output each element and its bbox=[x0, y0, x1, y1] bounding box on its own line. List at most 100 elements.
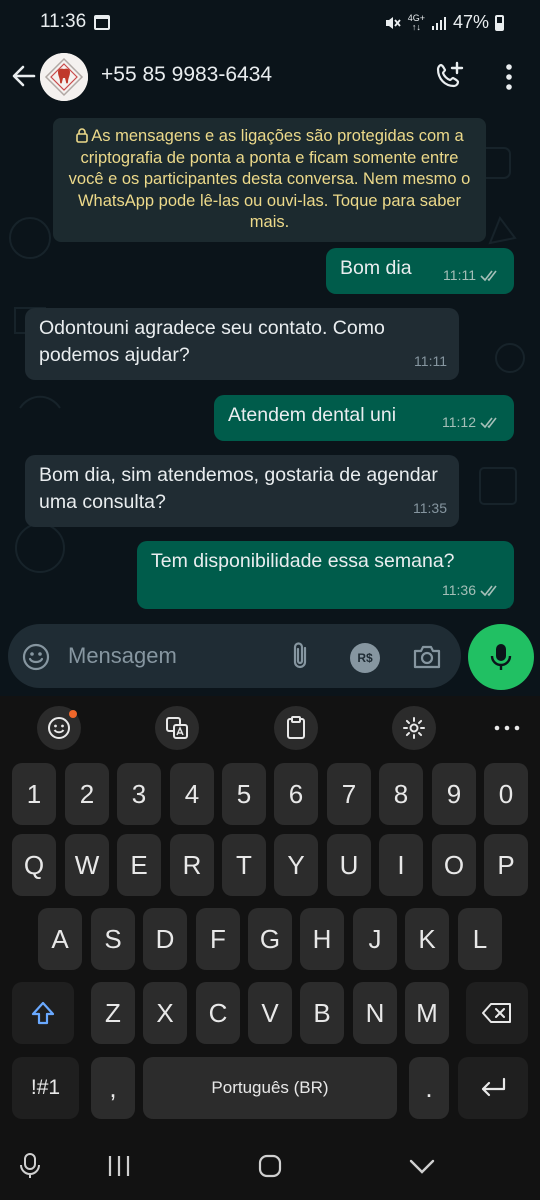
message-bubble-outgoing[interactable]: Bom dia 11:11 bbox=[326, 248, 514, 294]
smiley-icon bbox=[48, 717, 70, 739]
read-ticks-icon bbox=[480, 270, 497, 281]
status-icons: 4G+ ↑↓ 47% bbox=[384, 12, 504, 33]
key-d[interactable]: D bbox=[143, 908, 187, 970]
key-5[interactable]: 5 bbox=[222, 763, 266, 825]
more-options-icon[interactable] bbox=[496, 62, 522, 92]
message-bubble-incoming[interactable]: Odontouni agradece seu contato. Como pod… bbox=[25, 308, 459, 380]
key-o[interactable]: O bbox=[432, 834, 476, 896]
attach-icon[interactable] bbox=[286, 640, 314, 672]
key-w[interactable]: W bbox=[65, 834, 109, 896]
recent-apps-icon[interactable] bbox=[106, 1154, 132, 1178]
key-8[interactable]: 8 bbox=[379, 763, 423, 825]
key-f[interactable]: F bbox=[196, 908, 240, 970]
clipboard-icon bbox=[287, 716, 305, 739]
add-call-icon[interactable] bbox=[434, 60, 466, 92]
message-meta: 11:36 bbox=[442, 577, 502, 604]
camera-icon[interactable] bbox=[411, 642, 443, 672]
message-text: Bom dia, sim atendemos, gostaria de agen… bbox=[39, 464, 438, 513]
keyboard-settings-button[interactable] bbox=[392, 706, 436, 750]
keyboard-translate-button[interactable] bbox=[155, 706, 199, 750]
symbols-key[interactable]: !#1 bbox=[12, 1057, 79, 1119]
chat-header: +55 85 9983-6434 bbox=[0, 46, 540, 108]
message-bubble-outgoing[interactable]: Tem disponibilidade essa semana? 11:36 bbox=[137, 541, 514, 609]
message-text: Tem disponibilidade essa semana? bbox=[151, 550, 455, 572]
notification-dot bbox=[69, 710, 77, 718]
shift-key[interactable] bbox=[12, 982, 74, 1044]
key-b[interactable]: B bbox=[300, 982, 344, 1044]
backspace-key[interactable] bbox=[466, 982, 528, 1044]
message-time: 11:12 bbox=[442, 414, 476, 430]
key-u[interactable]: U bbox=[327, 834, 371, 896]
more-horizontal-icon[interactable] bbox=[492, 718, 522, 738]
network-label: 4G+ ↑↓ bbox=[407, 12, 425, 32]
encryption-notice[interactable]: As mensagens e as ligações são protegida… bbox=[53, 118, 486, 242]
key-s[interactable]: S bbox=[91, 908, 135, 970]
key-x[interactable]: X bbox=[143, 982, 187, 1044]
lock-icon bbox=[76, 128, 89, 143]
dental-logo-icon bbox=[40, 53, 88, 101]
keyboard-mic-icon[interactable] bbox=[19, 1152, 41, 1180]
keyboard-clipboard-button[interactable] bbox=[274, 706, 318, 750]
key-3[interactable]: 3 bbox=[117, 763, 161, 825]
comma-key[interactable]: , bbox=[91, 1057, 135, 1119]
message-meta: 11:11 bbox=[443, 262, 502, 289]
read-ticks-icon bbox=[480, 585, 497, 596]
message-input[interactable]: Mensagem bbox=[68, 643, 177, 669]
hide-keyboard-icon[interactable] bbox=[408, 1158, 436, 1176]
key-9[interactable]: 9 bbox=[432, 763, 476, 825]
key-6[interactable]: 6 bbox=[274, 763, 318, 825]
period-key[interactable]: . bbox=[409, 1057, 449, 1119]
message-composer[interactable]: Mensagem R$ bbox=[8, 624, 461, 688]
key-2[interactable]: 2 bbox=[65, 763, 109, 825]
chat-area[interactable]: As mensagens e as ligações são protegida… bbox=[0, 108, 540, 696]
key-r[interactable]: R bbox=[170, 834, 214, 896]
key-i[interactable]: I bbox=[379, 834, 423, 896]
key-c[interactable]: C bbox=[196, 982, 240, 1044]
status-bar: 11:36 4G+ ↑↓ 47% bbox=[0, 0, 540, 46]
message-bubble-outgoing[interactable]: Atendem dental uni 11:12 bbox=[214, 395, 514, 441]
backspace-icon bbox=[482, 1003, 511, 1023]
key-t[interactable]: T bbox=[222, 834, 266, 896]
back-arrow-icon[interactable] bbox=[8, 60, 40, 92]
key-v[interactable]: V bbox=[248, 982, 292, 1044]
gear-icon bbox=[403, 717, 425, 739]
keyboard: 1 2 3 4 5 6 7 8 9 0 Q W E R T Y U I O P … bbox=[0, 758, 540, 1138]
enter-icon bbox=[481, 1077, 506, 1097]
signal-icon bbox=[431, 16, 446, 30]
key-h[interactable]: H bbox=[300, 908, 344, 970]
key-y[interactable]: Y bbox=[274, 834, 318, 896]
key-q[interactable]: Q bbox=[12, 834, 56, 896]
key-n[interactable]: N bbox=[353, 982, 397, 1044]
key-p[interactable]: P bbox=[484, 834, 528, 896]
message-bubble-incoming[interactable]: Bom dia, sim atendemos, gostaria de agen… bbox=[25, 455, 459, 527]
keyboard-emoji-button[interactable] bbox=[37, 706, 81, 750]
key-m[interactable]: M bbox=[405, 982, 449, 1044]
message-time: 11:36 bbox=[442, 582, 476, 598]
battery-icon bbox=[495, 14, 504, 31]
message-meta: 11:35 bbox=[413, 495, 447, 522]
key-k[interactable]: K bbox=[405, 908, 449, 970]
avatar[interactable] bbox=[40, 53, 88, 101]
contact-name[interactable]: +55 85 9983-6434 bbox=[101, 63, 272, 87]
home-icon[interactable] bbox=[257, 1153, 283, 1179]
voice-record-button[interactable] bbox=[468, 624, 534, 690]
status-time: 11:36 bbox=[40, 11, 87, 32]
key-7[interactable]: 7 bbox=[327, 763, 371, 825]
emoji-icon[interactable] bbox=[21, 642, 51, 672]
key-1[interactable]: 1 bbox=[12, 763, 56, 825]
payment-button[interactable]: R$ bbox=[350, 643, 380, 673]
enter-key[interactable] bbox=[458, 1057, 528, 1119]
mute-icon bbox=[385, 16, 401, 29]
key-g[interactable]: G bbox=[248, 908, 292, 970]
key-j[interactable]: J bbox=[353, 908, 397, 970]
key-0[interactable]: 0 bbox=[484, 763, 528, 825]
read-ticks-icon bbox=[480, 417, 497, 428]
key-l[interactable]: L bbox=[458, 908, 502, 970]
message-meta: 11:12 bbox=[442, 409, 502, 436]
key-z[interactable]: Z bbox=[91, 982, 135, 1044]
space-bar[interactable]: Português (BR) bbox=[143, 1057, 397, 1119]
encryption-notice-text: As mensagens e as ligações são protegida… bbox=[68, 127, 471, 231]
key-4[interactable]: 4 bbox=[170, 763, 214, 825]
key-a[interactable]: A bbox=[38, 908, 82, 970]
key-e[interactable]: E bbox=[117, 834, 161, 896]
